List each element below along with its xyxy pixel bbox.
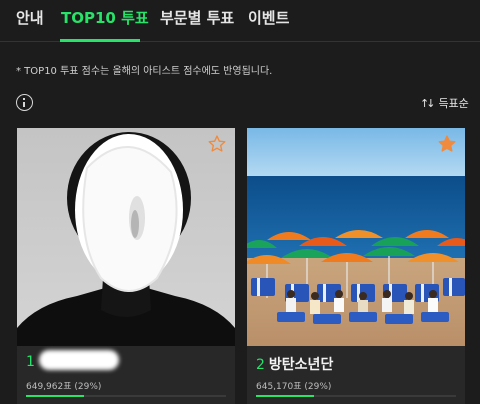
artist-photo [17,128,235,346]
vote-share-fill [256,395,314,397]
rank-line: 2 방탄소년단 [256,354,333,374]
vote-tab-bar: 안내 TOP10 투표 부문별 투표 이벤트 [0,0,480,42]
vote-count: 649,962표 (29%) [26,382,102,392]
vote-count: 645,170표 (29%) [256,382,332,392]
sort-arrows-icon: ↑↓ [420,96,436,110]
vote-share-bar [256,395,456,397]
favorite-star-icon[interactable] [207,134,227,154]
vote-share-bar [26,395,226,397]
rank-line: 1 [26,354,39,370]
rank-number: 2 [256,357,265,373]
favorite-star-icon[interactable] [437,134,457,154]
info-icon[interactable] [16,94,33,111]
sort-label: 득표순 [438,97,469,110]
score-notice: * TOP10 투표 점수는 올해의 아티스트 점수에도 반영됩니다. [16,66,273,77]
artist-name: 방탄소년단 [268,357,334,373]
rank-number: 1 [26,354,35,370]
redaction-mark [39,350,119,370]
sort-button[interactable]: ↑↓ 득표순 [420,95,469,111]
vote-share-fill [26,395,84,397]
artist-card[interactable]: 1 649,962표 (29%) [17,128,235,404]
tab-event[interactable]: 이벤트 [248,7,289,28]
artist-photo [247,128,465,346]
active-tab-indicator [60,39,140,42]
tab-guide[interactable]: 안내 [16,7,44,28]
artist-card[interactable]: 2 방탄소년단 645,170표 (29%) [247,128,465,404]
tab-category-vote[interactable]: 부문별 투표 [160,7,234,28]
tab-top10-vote[interactable]: TOP10 투표 [61,7,149,28]
